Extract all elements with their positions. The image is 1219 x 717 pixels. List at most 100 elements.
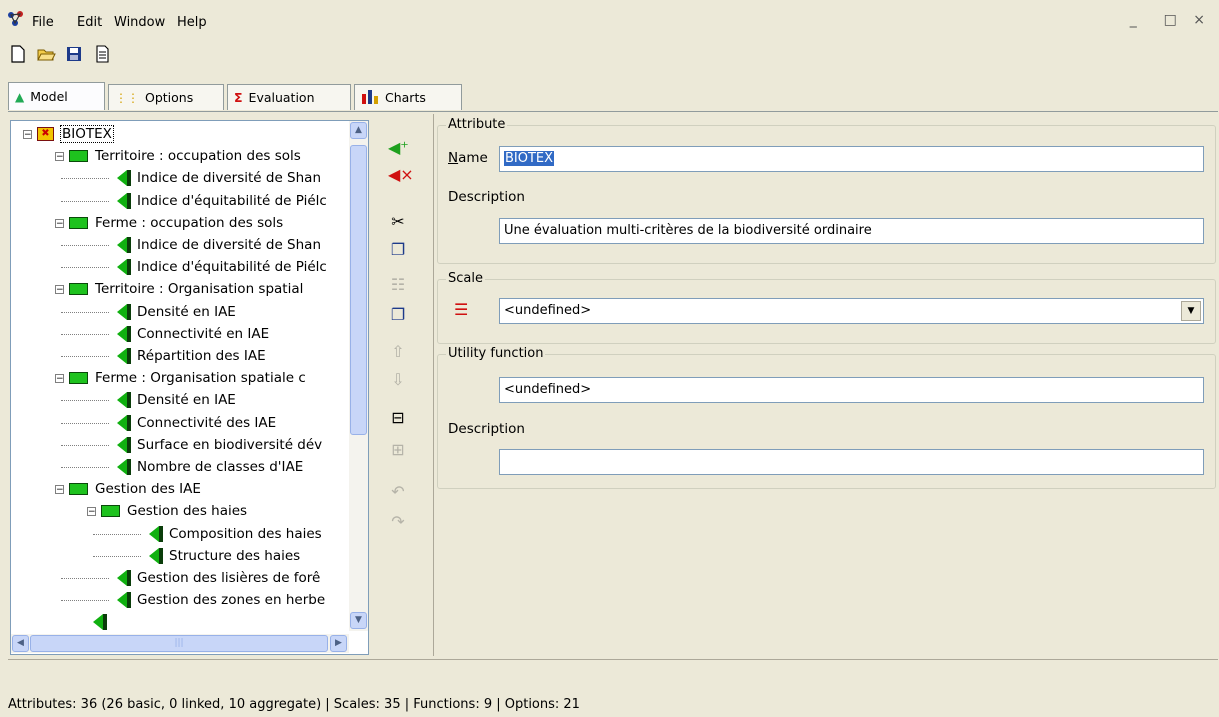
redo-icon[interactable]: ↷ <box>388 512 408 532</box>
tree-node[interactable]: Connectivité des IAE <box>117 412 276 434</box>
tree-node[interactable]: Indice d'équitabilité de Piélc <box>117 256 327 278</box>
root-aggregate-icon: ✖ <box>37 127 54 141</box>
tree-node-label: Ferme : occupation des sols <box>95 214 284 231</box>
tree-node[interactable]: Ferme : occupation des sols <box>69 212 283 234</box>
name-field[interactable]: BIOTEX <box>499 146 1204 172</box>
collapse-toggle-icon[interactable]: − <box>87 507 96 517</box>
tab-model-label: Model <box>30 89 68 104</box>
menu-file[interactable]: File <box>32 15 54 30</box>
scale-select[interactable]: <undefined> ▼ <box>499 298 1204 324</box>
tab-options-label: Options <box>145 90 194 105</box>
expand-icon[interactable]: ⊞ <box>388 440 408 460</box>
tree-node[interactable]: Structure des haies <box>149 545 300 567</box>
collapse-toggle-icon[interactable]: − <box>55 218 64 228</box>
cut-icon[interactable]: ✂ <box>388 212 408 232</box>
tree-node[interactable]: Connectivité en IAE <box>117 323 269 345</box>
paste-special-icon[interactable]: ❐ <box>388 305 408 325</box>
menu-help[interactable]: Help <box>177 15 207 30</box>
move-up-icon[interactable]: ⇧ <box>388 342 408 362</box>
options-dots-icon: ⋮⋮ <box>115 90 139 105</box>
name-label: Name <box>448 150 488 166</box>
tree-node[interactable]: Indice de diversité de Shan <box>117 234 321 256</box>
tab-evaluation[interactable]: Σ Evaluation <box>227 84 351 110</box>
tree-node-clipped[interactable] <box>93 611 113 633</box>
tree-root-node[interactable]: ✖ BIOTEX <box>37 123 114 145</box>
panel-divider[interactable] <box>433 114 434 656</box>
tree-connector-line <box>61 178 109 180</box>
model-tree-icon: ▲ <box>15 89 25 104</box>
scroll-left-button[interactable]: ◀ <box>12 635 29 652</box>
tab-charts[interactable]: Charts <box>354 84 462 110</box>
tree-node-label: Indice de diversité de Shan <box>137 170 322 187</box>
tab-model[interactable]: ▲ Model <box>8 82 105 110</box>
tree-node-label: Densité en IAE <box>137 392 236 409</box>
aggregate-node-icon <box>69 372 88 385</box>
tree-node[interactable]: Gestion des zones en herbe <box>117 589 325 611</box>
scroll-down-button[interactable]: ▼ <box>350 612 367 629</box>
undo-icon[interactable]: ↶ <box>388 482 408 502</box>
basic-attribute-icon <box>117 592 131 609</box>
description-field[interactable]: Une évaluation multi-critères de la biod… <box>499 218 1204 244</box>
utility-description-field[interactable] <box>499 449 1204 475</box>
tree-node[interactable]: Densité en IAE <box>117 389 236 411</box>
scroll-right-button[interactable]: ▶ <box>330 635 347 652</box>
basic-attribute-icon <box>117 237 131 253</box>
collapse-toggle-icon[interactable]: − <box>55 485 64 495</box>
save-icon[interactable] <box>64 44 84 64</box>
attribute-tree[interactable]: ✖ BIOTEX − Territoire : occupation des sols… <box>10 120 369 655</box>
tree-node[interactable]: Indice de diversité de Shan <box>117 167 321 189</box>
scroll-up-button[interactable]: ▲ <box>350 122 367 139</box>
menu-edit[interactable]: Edit <box>77 15 102 30</box>
utility-function-field[interactable]: <undefined> <box>499 377 1204 403</box>
tree-node[interactable]: Indice d'équitabilité de Piélc <box>117 190 327 212</box>
tree-node-label: Indice de diversité de Shan <box>137 237 322 253</box>
collapse-toggle-icon[interactable]: − <box>55 285 64 295</box>
tree-node[interactable]: Nombre de classes d'IAE <box>117 456 303 478</box>
basic-attribute-icon <box>117 392 131 409</box>
tree-node[interactable]: Composition des haies <box>149 523 322 545</box>
utility-description-label: Description <box>448 421 525 437</box>
tab-charts-label: Charts <box>385 90 426 105</box>
tree-node[interactable]: Ferme : Organisation spatiale c <box>69 367 306 389</box>
collapse-toggle-icon[interactable]: − <box>55 152 64 162</box>
tree-connector-line <box>61 444 109 446</box>
tree-node-label: Composition des haies <box>169 525 322 542</box>
move-down-icon[interactable]: ⇩ <box>388 370 408 390</box>
tree-node[interactable]: Territoire : Organisation spatial <box>69 278 303 300</box>
add-attribute-icon[interactable]: ◀⁺ <box>388 138 409 158</box>
collapse-icon[interactable]: ⊟ <box>388 408 408 428</box>
description-label: Description <box>448 189 525 205</box>
basic-attribute-icon <box>117 570 131 586</box>
tree-node[interactable]: Répartition des IAE <box>117 345 266 367</box>
window-controls[interactable]: _ □ × <box>1130 12 1211 28</box>
tree-node[interactable]: Gestion des lisières de forê <box>117 567 320 589</box>
tree-node-label: Gestion des lisières de forê <box>137 570 321 586</box>
properties-icon[interactable] <box>92 44 112 64</box>
tree-node[interactable]: Surface en biodiversité dév <box>117 434 322 456</box>
copy-icon[interactable]: ❐ <box>388 240 408 260</box>
tree-node-label: Indice d'équitabilité de Piélc <box>137 192 327 209</box>
tree-node[interactable]: Gestion des haies <box>101 500 247 522</box>
chevron-down-icon[interactable]: ▼ <box>1181 301 1201 321</box>
tree-node-label: Gestion des IAE <box>95 481 201 498</box>
scroll-thumb-vertical[interactable] <box>350 145 367 435</box>
new-file-icon[interactable] <box>8 44 28 64</box>
tree-node[interactable]: Territoire : occupation des sols <box>69 145 301 167</box>
basic-attribute-icon <box>117 348 131 364</box>
basic-attribute-icon <box>117 192 131 209</box>
utility-function-value: <undefined> <box>504 382 592 397</box>
scroll-thumb-horizontal[interactable]: ||| <box>30 635 328 652</box>
paste-icon[interactable]: ☷ <box>388 275 408 295</box>
aggregate-node-icon <box>101 505 120 518</box>
tree-node[interactable]: Gestion des IAE <box>69 478 201 500</box>
basic-attribute-icon <box>117 303 131 320</box>
collapse-toggle-icon[interactable]: − <box>55 374 64 384</box>
collapse-toggle-icon[interactable]: − <box>23 130 32 140</box>
menu-window[interactable]: Window <box>114 15 165 30</box>
tab-options[interactable]: ⋮⋮ Options <box>108 84 224 110</box>
delete-attribute-icon[interactable]: ◀× <box>388 165 414 185</box>
tree-node[interactable]: Densité en IAE <box>117 301 236 323</box>
open-folder-icon[interactable] <box>36 44 56 64</box>
tree-connector-line <box>61 400 109 402</box>
tree-connector-line <box>61 333 109 335</box>
